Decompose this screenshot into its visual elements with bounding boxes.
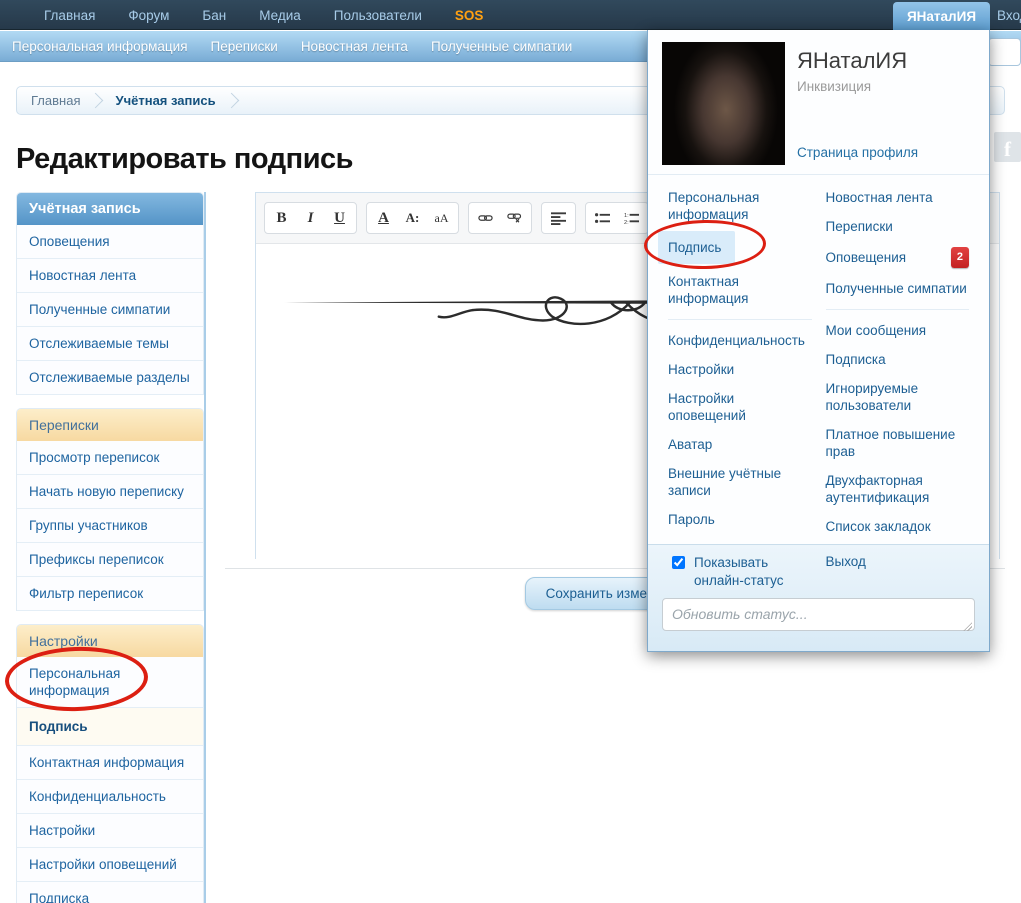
breadcrumb-home[interactable]: Главная <box>31 93 80 108</box>
menu-item-personal-info[interactable]: Персональная информация <box>668 189 812 223</box>
font-family-button[interactable]: aA <box>428 205 455 231</box>
profile-page-link[interactable]: Страница профиля <box>797 145 918 164</box>
subnav-likes[interactable]: Полученные симпатии <box>431 39 572 54</box>
sidebar-item-start-conversation[interactable]: Начать новую переписку <box>17 475 203 509</box>
menu-item-news-feed[interactable]: Новостная лента <box>826 189 970 206</box>
menu-divider <box>668 319 812 320</box>
facebook-icon[interactable]: f <box>994 132 1021 162</box>
breadcrumb-account[interactable]: Учётная запись <box>115 93 215 108</box>
italic-button[interactable]: I <box>297 205 324 231</box>
menu-item-password[interactable]: Пароль <box>668 511 812 528</box>
menu-item-paid-upgrades[interactable]: Платное повышение прав <box>826 426 970 460</box>
account-sidebar: Учётная запись Оповещения Новостная лент… <box>16 192 206 903</box>
sidebar-item-privacy[interactable]: Конфиденциальность <box>17 780 203 814</box>
numbered-list-icon[interactable]: 1:2: <box>618 205 645 231</box>
menu-item-contact-info[interactable]: Контактная информация <box>668 273 812 307</box>
online-status-label[interactable]: Показывать онлайн-статус <box>694 554 809 590</box>
sidebar-item-personal-info[interactable]: Персональная информация <box>17 657 203 708</box>
visitor-menu-header: ЯНаталИЯ Инквизиция Страница профиля <box>648 30 989 175</box>
visitor-menu: ЯНаталИЯ Инквизиция Страница профиля Пер… <box>647 30 990 652</box>
sidebar-header-conversations: Переписки <box>17 409 203 441</box>
bullet-list-icon[interactable] <box>589 205 616 231</box>
alerts-count-badge: 2 <box>951 247 969 268</box>
account-tab[interactable]: ЯНаталИЯ <box>893 2 990 30</box>
page: Главная Форум Бан Медиа Пользователи SOS… <box>0 0 1021 903</box>
menu-item-preferences[interactable]: Настройки <box>668 361 812 378</box>
nav-home[interactable]: Главная <box>44 8 95 23</box>
svg-text:2:: 2: <box>624 220 629 225</box>
sidebar-section-conversations: Переписки Просмотр переписок Начать нову… <box>16 408 204 611</box>
menu-item-alerts-label: Оповещения <box>826 249 907 266</box>
subnav-conversations[interactable]: Переписки <box>211 39 278 54</box>
menu-item-my-posts[interactable]: Мои сообщения <box>826 322 970 339</box>
search-box[interactable] <box>988 38 1021 66</box>
menu-item-signature[interactable]: Подпись <box>658 231 735 264</box>
menu-item-alert-preferences[interactable]: Настройки оповещений <box>668 390 812 424</box>
bold-button[interactable]: B <box>268 205 295 231</box>
sidebar-item-watched-threads[interactable]: Отслеживаемые темы <box>17 327 203 361</box>
menu-item-two-factor[interactable]: Двухфакторная аутентификация <box>826 472 970 506</box>
sidebar-item-alerts[interactable]: Оповещения <box>17 225 203 259</box>
menu-item-avatar[interactable]: Аватар <box>668 436 812 453</box>
sidebar-header-account: Учётная запись <box>17 193 203 225</box>
sidebar-item-likes[interactable]: Полученные симпатии <box>17 293 203 327</box>
menu-divider <box>826 309 970 310</box>
visitor-menu-left-column: Персональная информация Подпись Контактн… <box>668 189 812 547</box>
sidebar-item-member-groups[interactable]: Группы участников <box>17 509 203 543</box>
login-tab[interactable]: Вход <box>997 0 1021 30</box>
menu-item-bookmarks[interactable]: Список закладок <box>826 518 970 535</box>
sidebar-header-settings: Настройки <box>17 625 203 657</box>
avatar[interactable] <box>662 42 785 165</box>
sidebar-section-account: Учётная запись Оповещения Новостная лент… <box>16 192 204 395</box>
top-navigation: Главная Форум Бан Медиа Пользователи SOS… <box>0 0 1021 30</box>
sidebar-item-conversation-filter[interactable]: Фильтр переписок <box>17 577 203 611</box>
nav-ban[interactable]: Бан <box>202 8 226 23</box>
sidebar-item-subscription[interactable]: Подписка <box>17 882 203 903</box>
underline-button[interactable]: U <box>326 205 353 231</box>
page-title: Редактировать подпись <box>16 143 353 176</box>
remove-link-icon[interactable] <box>501 205 528 231</box>
subnav-news-feed[interactable]: Новостная лента <box>301 39 408 54</box>
sidebar-section-settings: Настройки Персональная информация Подпис… <box>16 624 204 903</box>
visitor-menu-footer: Показывать онлайн-статус Выход <box>648 544 989 651</box>
sidebar-item-preferences[interactable]: Настройки <box>17 814 203 848</box>
text-color-button[interactable]: A <box>370 205 397 231</box>
sidebar-item-contact-info[interactable]: Контактная информация <box>17 746 203 780</box>
svg-text:1:: 1: <box>624 213 629 219</box>
menu-item-subscription[interactable]: Подписка <box>826 351 970 368</box>
menu-item-privacy[interactable]: Конфиденциальность <box>668 332 812 349</box>
chevron-right-icon <box>223 93 239 109</box>
menu-item-external-accounts[interactable]: Внешние учётные записи <box>668 465 812 499</box>
nav-media[interactable]: Медиа <box>259 8 301 23</box>
menu-item-alerts[interactable]: Оповещения 2 <box>826 247 970 268</box>
menu-item-ignored-users[interactable]: Игнорируемые пользователи <box>826 380 970 414</box>
font-size-button[interactable]: A: <box>399 205 426 231</box>
nav-sos[interactable]: SOS <box>455 8 484 23</box>
subnav-personal-info[interactable]: Персональная информация <box>12 39 188 54</box>
online-status-checkbox[interactable] <box>672 556 685 569</box>
sidebar-item-news-feed[interactable]: Новостная лента <box>17 259 203 293</box>
menu-item-likes[interactable]: Полученные симпатии <box>826 280 970 297</box>
sidebar-item-view-conversations[interactable]: Просмотр переписок <box>17 441 203 475</box>
menu-item-conversations[interactable]: Переписки <box>826 218 970 235</box>
nav-users[interactable]: Пользователи <box>334 8 422 23</box>
sidebar-item-signature[interactable]: Подпись <box>17 708 203 746</box>
visitor-menu-right-column: Новостная лента Переписки Оповещения 2 П… <box>826 189 970 547</box>
align-left-icon[interactable] <box>545 205 572 231</box>
logout-link[interactable]: Выход <box>826 554 970 590</box>
sidebar-item-alert-preferences[interactable]: Настройки оповещений <box>17 848 203 882</box>
user-title: Инквизиция <box>797 79 918 94</box>
chevron-right-icon <box>88 93 104 109</box>
sidebar-item-watched-forums[interactable]: Отслеживаемые разделы <box>17 361 203 395</box>
nav-forum[interactable]: Форум <box>128 8 169 23</box>
username: ЯНаталИЯ <box>797 48 918 74</box>
insert-link-icon[interactable] <box>472 205 499 231</box>
status-update-input[interactable] <box>662 598 975 631</box>
sidebar-item-conversation-prefixes[interactable]: Префиксы переписок <box>17 543 203 577</box>
